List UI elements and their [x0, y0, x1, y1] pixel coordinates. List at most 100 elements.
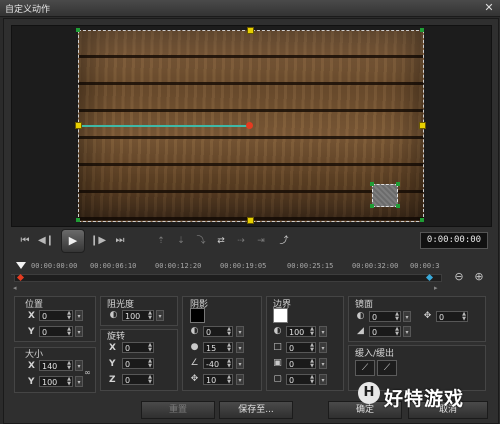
scroll-left-icon[interactable]: ◂ — [13, 284, 17, 292]
border-width-icon: □ — [273, 342, 282, 352]
position-x-dropdown[interactable]: ▾ — [75, 310, 83, 321]
size-y-label: Y — [28, 377, 35, 387]
playhead-icon[interactable] — [16, 262, 26, 269]
timecode-display[interactable]: 0:00:00:00 — [420, 232, 488, 249]
ruler-label: 00:00:12:20 — [155, 262, 202, 270]
rotation-title: 旋转 — [107, 332, 126, 342]
rotation-z-input[interactable]: 0 ▲ ▼ — [122, 374, 154, 385]
border-radius-dropdown[interactable]: ▾ — [319, 374, 327, 385]
mirror-offset-icon: ✥ — [423, 311, 432, 321]
close-icon[interactable]: ✕ — [481, 1, 497, 14]
shadow-opacity-dropdown[interactable]: ▾ — [236, 326, 244, 337]
border-softness-dropdown[interactable]: ▾ — [319, 358, 327, 369]
keyframe-track[interactable] — [14, 274, 442, 282]
shadow-angle-dropdown[interactable]: ▾ — [236, 358, 244, 369]
rotation-y-input[interactable]: 0 ▲ ▼ — [122, 358, 154, 369]
position-x-input[interactable]: 0 ▲ ▼ — [39, 310, 73, 321]
flip-keyframe-icon[interactable]: ⤵ — [193, 233, 209, 249]
position-y-dropdown[interactable]: ▾ — [75, 326, 83, 337]
next-keyframe-icon[interactable]: ⇢ — [233, 233, 249, 249]
corner-handle[interactable] — [370, 204, 374, 208]
border-opacity-input[interactable]: 100 ▲ ▼ — [286, 326, 316, 337]
resize-handle-left[interactable] — [75, 122, 82, 129]
add-keyframe-icon[interactable]: ⇡ — [153, 233, 169, 249]
size-x-input[interactable]: 140 ▲ ▼ — [39, 360, 73, 371]
corner-handle[interactable] — [396, 182, 400, 186]
position-title: 位置 — [25, 300, 44, 310]
shadow-distance-icon: ✥ — [190, 374, 199, 384]
border-softness-input[interactable]: 0 ▲ ▼ — [286, 358, 316, 369]
end-icon[interactable]: ⏭ — [111, 232, 129, 250]
play-button[interactable]: ▶ — [61, 229, 85, 253]
resize-handle-right[interactable] — [419, 122, 426, 129]
corner-handle[interactable] — [420, 28, 424, 32]
shadow-blur-dropdown[interactable]: ▾ — [236, 342, 244, 353]
rotation-x-input[interactable]: 0 ▲ ▼ — [122, 342, 154, 353]
ease-out-button[interactable]: ⟋ — [377, 360, 397, 376]
ruler-label: 00:00:25:15 — [287, 262, 334, 270]
scroll-right-icon[interactable]: ▸ — [434, 284, 438, 292]
zoom-out-icon[interactable]: ⊖ — [452, 270, 466, 284]
shadow-blur-input[interactable]: 15 ▲ ▼ — [203, 342, 233, 353]
next-frame-icon[interactable]: ❙▶ — [89, 232, 107, 250]
mirror-offset-input[interactable]: 0 ▲ ▼ — [436, 311, 468, 322]
border-color-swatch[interactable] — [273, 308, 288, 323]
mirror-opacity-dropdown[interactable]: ▾ — [403, 311, 411, 322]
size-y-input[interactable]: 100 ▲ ▼ — [39, 376, 73, 387]
motion-path[interactable] — [80, 125, 248, 127]
corner-handle[interactable] — [396, 204, 400, 208]
shadow-opacity-icon: ◐ — [190, 326, 199, 336]
border-width-dropdown[interactable]: ▾ — [319, 342, 327, 353]
resize-handle-top[interactable] — [247, 27, 254, 34]
corner-handle[interactable] — [420, 218, 424, 222]
ruler-label: 00:00:06:10 — [90, 262, 137, 270]
title-bar: 自定义动作 ✕ — [0, 0, 500, 17]
watermark: H 好特游戏 — [356, 378, 496, 416]
corner-handle[interactable] — [76, 28, 80, 32]
save-to-button[interactable]: 保存至... — [219, 401, 293, 419]
position-y-label: Y — [28, 327, 35, 337]
size-x-label: X — [28, 361, 35, 371]
opacity-input[interactable]: 100 ▲ ▼ — [122, 310, 154, 321]
reset-button[interactable]: 重置 — [141, 401, 215, 419]
reverse-icon[interactable]: ⇄ — [213, 233, 229, 249]
resize-handle-bottom[interactable] — [247, 217, 254, 224]
ease-in-button[interactable]: ⟋ — [355, 360, 375, 376]
border-radius-icon: ▢ — [273, 374, 282, 384]
rotation-x-label: X — [109, 343, 116, 353]
shadow-angle-icon: ∠ — [190, 358, 199, 368]
mirror-opacity-icon: ◐ — [356, 311, 365, 321]
last-keyframe-icon[interactable]: ⇥ — [253, 233, 269, 249]
mirror-fade-dropdown[interactable]: ▾ — [403, 326, 411, 337]
shadow-color-swatch[interactable] — [190, 308, 205, 323]
size-title: 大小 — [25, 350, 44, 360]
shadow-angle-input[interactable]: -40 ▲ ▼ — [203, 358, 233, 369]
ruler-label: 00:00:00:00 — [31, 262, 78, 270]
mirror-fade-input[interactable]: 0 ▲ ▼ — [369, 326, 401, 337]
corner-handle[interactable] — [76, 218, 80, 222]
position-y-input[interactable]: 0 ▲ ▼ — [39, 326, 73, 337]
mirror-title: 镜面 — [355, 300, 374, 310]
loop-icon[interactable]: ⤴ — [276, 233, 292, 249]
corner-handle[interactable] — [370, 182, 374, 186]
opacity-icon: ◐ — [109, 310, 118, 320]
ruler-label: 00:00:32:00 — [352, 262, 399, 270]
shadow-distance-input[interactable]: 10 ▲ ▼ — [203, 374, 233, 385]
link-ratio-icon[interactable]: ∞ — [82, 367, 93, 378]
motion-path-point[interactable] — [246, 122, 253, 129]
target-object-end[interactable] — [372, 184, 398, 207]
border-width-input[interactable]: 0 ▲ ▼ — [286, 342, 316, 353]
border-radius-input[interactable]: 0 ▲ ▼ — [286, 374, 316, 385]
opacity-dropdown[interactable]: ▾ — [156, 310, 164, 321]
rotation-z-label: Z — [109, 375, 116, 385]
remove-keyframe-icon[interactable]: ⇣ — [173, 233, 189, 249]
mirror-opacity-input[interactable]: 0 ▲ ▼ — [369, 311, 401, 322]
home-icon[interactable]: ⏮ — [16, 232, 34, 250]
zoom-in-icon[interactable]: ⊕ — [472, 270, 486, 284]
watermark-text: 好特游戏 — [384, 388, 465, 410]
shadow-opacity-input[interactable]: 0 ▲ ▼ — [203, 326, 233, 337]
ease-title: 缓入/缓出 — [355, 349, 395, 359]
shadow-distance-dropdown[interactable]: ▾ — [236, 374, 244, 385]
border-opacity-dropdown[interactable]: ▾ — [319, 326, 327, 337]
prev-frame-icon[interactable]: ◀❙ — [37, 232, 55, 250]
